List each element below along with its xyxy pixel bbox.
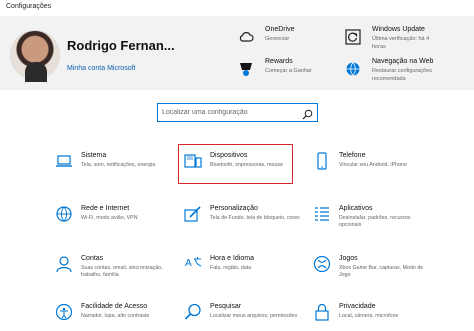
tile-pesquisar-title: Pesquisar [210, 303, 242, 310]
svg-text:A: A [185, 258, 192, 269]
tile-facilidade-acesso-subtitle: Narrador, lupa, alto contraste [81, 313, 150, 319]
tile-jogos[interactable]: Jogos Xbox Game Bar, capturas, Modo de J… [313, 255, 433, 285]
rewards-title: Rewards [265, 58, 293, 65]
tile-aplicativos-title: Aplicativos [339, 205, 373, 212]
rewards-subtitle: Começar a Ganhar [265, 68, 312, 74]
person-icon [55, 255, 73, 273]
globe-icon [344, 60, 362, 78]
search-icon [184, 303, 202, 321]
search-input[interactable] [162, 107, 292, 118]
xbox-icon [313, 255, 331, 273]
tile-sistema-title: Sistema [81, 152, 107, 159]
window-title: Configurações [6, 3, 52, 10]
tile-contas-title: Contas [81, 255, 104, 262]
user-name: Rodrigo Fernan... [67, 38, 175, 53]
lock-icon [313, 303, 331, 321]
phone-icon [313, 152, 331, 170]
microsoft-account-link[interactable]: Minha conta Microsoft [67, 65, 135, 72]
web-browsing-subtitle: Restaurar configurações recomendada [372, 68, 432, 82]
tile-personalizacao-subtitle: Tela de Fundo, tela de bloqueio, cores [210, 215, 300, 221]
tile-rede-internet[interactable]: Rede e Internet Wi-Fi, modo avião, VPN [55, 205, 175, 235]
tile-hora-idioma-subtitle: Fala, região, data [210, 265, 252, 271]
windows-update-item[interactable]: Windows Update Última verificação: há 4 … [344, 26, 454, 56]
tile-telefone-subtitle: Vincular seu Android, iPhone [339, 162, 407, 168]
tile-aplicativos[interactable]: Aplicativos Desinstalar, padrões, recurs… [313, 205, 433, 235]
tile-telefone-title: Telefone [339, 152, 366, 159]
tile-privacidade[interactable]: Privacidade Local, câmera, microfone [313, 303, 433, 331]
cloud-icon [237, 28, 255, 46]
account-header: Rodrigo Fernan... Minha conta Microsoft … [0, 16, 474, 90]
windows-update-title: Windows Update [372, 26, 425, 33]
globe-icon [55, 205, 73, 223]
tile-pesquisar-subtitle: Localizar meus arquivos, permissões [210, 313, 298, 319]
search-icon[interactable] [302, 107, 313, 120]
tile-sistema[interactable]: Sistema Tela, som, notificações, energia [55, 152, 175, 182]
web-browsing-title: Navegação na Web [372, 58, 434, 65]
avatar[interactable] [10, 30, 60, 82]
tile-contas[interactable]: Contas Suas contas, email, sincronização… [55, 255, 175, 285]
rewards-item[interactable]: Rewards Começar a Ganhar [237, 58, 347, 88]
highlight-box [178, 144, 293, 184]
onedrive-subtitle: Gerenciar [265, 36, 290, 42]
web-browsing-item[interactable]: Navegação na Web Restaurar configurações… [344, 58, 454, 88]
tile-jogos-title: Jogos [339, 255, 358, 262]
tile-jogos-subtitle: Xbox Game Bar, capturas, Modo de Jogo [339, 265, 424, 278]
windows-update-subtitle: Última verificação: há 4 horas [372, 36, 430, 50]
tile-facilidade-acesso-title: Facilidade de Acesso [81, 303, 148, 310]
tile-rede-internet-title: Rede e Internet [81, 205, 130, 212]
onedrive-item[interactable]: OneDrive Gerenciar [237, 26, 347, 56]
rewards-icon [237, 60, 255, 78]
apps-icon [313, 205, 331, 223]
tile-hora-idioma-title: Hora e Idioma [210, 255, 254, 262]
onedrive-title: OneDrive [265, 26, 295, 33]
accessibility-icon [55, 303, 73, 321]
tile-privacidade-title: Privacidade [339, 303, 376, 310]
time-language-icon: A [184, 255, 202, 273]
tile-telefone[interactable]: Telefone Vincular seu Android, iPhone [313, 152, 433, 182]
tile-contas-subtitle: Suas contas, email, sincronização, traba… [81, 265, 163, 278]
tile-personalizacao-title: Personalização [210, 205, 258, 212]
tile-privacidade-subtitle: Local, câmera, microfone [339, 313, 399, 319]
tile-hora-idioma[interactable]: A Hora e Idioma Fala, região, data [184, 255, 304, 285]
search-box[interactable] [157, 103, 318, 122]
laptop-icon [55, 152, 73, 170]
title-bar: Configurações [0, 0, 474, 16]
tile-facilidade-acesso[interactable]: Facilidade de Acesso Narrador, lupa, alt… [55, 303, 175, 331]
refresh-icon [344, 28, 362, 46]
tile-aplicativos-subtitle: Desinstalar, padrões, recursos opcionais [339, 215, 411, 228]
paintbrush-icon [184, 205, 202, 223]
tile-pesquisar[interactable]: Pesquisar Localizar meus arquivos, permi… [184, 303, 304, 331]
tile-sistema-subtitle: Tela, som, notificações, energia [81, 162, 156, 168]
tile-personalizacao[interactable]: Personalização Tela de Fundo, tela de bl… [184, 205, 304, 235]
tile-rede-internet-subtitle: Wi-Fi, modo avião, VPN [81, 215, 138, 221]
